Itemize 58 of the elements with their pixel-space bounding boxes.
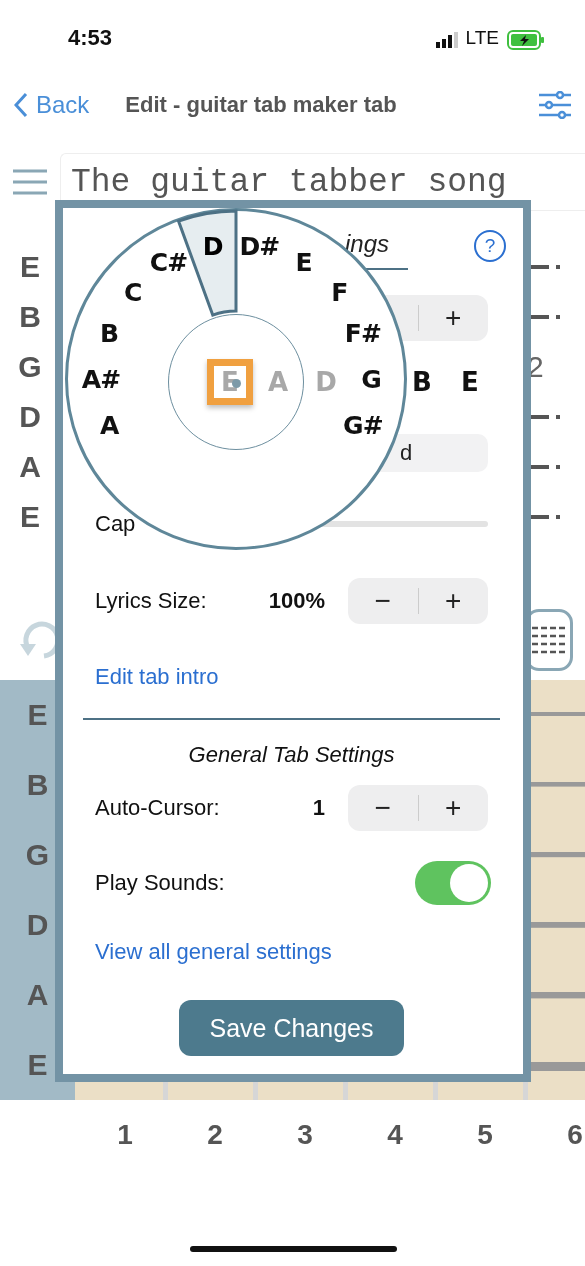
note-label[interactable]: D xyxy=(202,231,223,261)
string-label: E xyxy=(26,697,49,733)
string-label: D xyxy=(18,399,42,435)
save-button[interactable]: Save Changes xyxy=(179,1000,404,1056)
increment-button[interactable]: + xyxy=(418,578,488,624)
note-label[interactable]: G xyxy=(361,364,381,394)
note-label[interactable]: F# xyxy=(344,318,381,348)
string-label: B xyxy=(18,299,42,335)
network-label: LTE xyxy=(465,27,499,49)
setting-value: 1 xyxy=(311,795,325,821)
section-title: General Tab Settings xyxy=(188,742,395,768)
dashed-lines-icon xyxy=(532,625,566,655)
dialog-title: ings xyxy=(345,230,390,258)
chevron-left-icon xyxy=(14,92,28,118)
note-label[interactable]: B xyxy=(100,318,119,348)
help-button[interactable]: ? xyxy=(474,230,506,262)
note-label[interactable]: A# xyxy=(81,364,121,394)
play-sounds-toggle[interactable] xyxy=(415,861,491,905)
status-time: 4:53 xyxy=(68,25,113,51)
battery-icon xyxy=(507,30,545,50)
string-label: E xyxy=(19,499,41,535)
setting-label: Cap xyxy=(95,511,136,537)
string-label: A xyxy=(18,449,42,485)
general-settings-link[interactable]: View all general settings xyxy=(95,939,332,965)
increment-button[interactable]: + xyxy=(418,295,488,341)
screen-title: Edit - guitar tab maker tab xyxy=(125,92,397,118)
decrement-button[interactable]: − xyxy=(348,578,418,624)
string-label: E xyxy=(26,1047,49,1083)
signal-icon xyxy=(435,32,458,48)
note-label[interactable]: E xyxy=(295,247,312,277)
note-label[interactable]: C# xyxy=(149,247,188,277)
string-label: B xyxy=(25,767,50,803)
string-label: G xyxy=(17,349,43,385)
setting-value: 100% xyxy=(267,588,325,614)
note-label[interactable]: A xyxy=(99,410,119,440)
fret-number: 6 xyxy=(566,1119,584,1151)
decrement-button[interactable]: − xyxy=(348,785,418,831)
setting-label: Lyrics Size: xyxy=(95,588,208,614)
fret-number: 4 xyxy=(386,1119,404,1151)
note-label[interactable]: D# xyxy=(239,231,280,261)
note-label[interactable]: F xyxy=(331,277,348,307)
increment-button[interactable]: + xyxy=(418,785,488,831)
fret-number: 2 xyxy=(206,1119,224,1151)
fret-number: 5 xyxy=(476,1119,494,1151)
edit-intro-link[interactable]: Edit tab intro xyxy=(95,664,219,690)
fret-number: 3 xyxy=(296,1119,314,1151)
setting-label: Play Sounds: xyxy=(95,870,226,896)
tuning-string[interactable]: B xyxy=(399,359,445,405)
string-label: G xyxy=(24,837,51,873)
tuning-string[interactable]: E xyxy=(447,359,493,405)
fret-number: 1 xyxy=(116,1119,134,1151)
note-label[interactable]: C xyxy=(123,277,142,307)
menu-icon xyxy=(13,169,47,195)
settings-sliders-icon[interactable] xyxy=(539,91,571,119)
setting-label: Auto-Cursor: xyxy=(95,795,221,821)
string-label: A xyxy=(25,977,50,1013)
string-label: E xyxy=(19,249,41,285)
string-label: D xyxy=(25,907,50,943)
